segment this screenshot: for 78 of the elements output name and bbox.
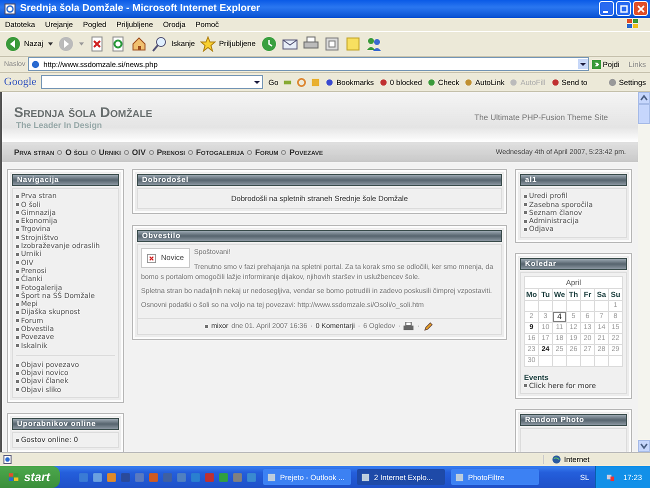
nav-link[interactable]: Povezave	[289, 148, 323, 157]
bullet-icon	[281, 150, 286, 155]
bullet-icon	[57, 150, 62, 155]
edit-icon[interactable]	[324, 36, 340, 52]
app-icon[interactable]	[176, 472, 187, 482]
toolbar-icon	[378, 78, 388, 87]
toolbar-icon	[464, 78, 474, 87]
ie-page-icon	[4, 2, 16, 15]
app-icon	[361, 472, 370, 482]
app-icon[interactable]	[190, 472, 201, 482]
pencil-icon[interactable]	[422, 322, 434, 332]
nav-link[interactable]: O šoli	[65, 148, 88, 157]
app-icon[interactable]	[78, 472, 89, 482]
scroll-down-icon[interactable]	[638, 440, 650, 452]
site-title: Srednja šola Domžale	[14, 104, 152, 120]
bullet-icon	[148, 150, 154, 155]
people-icon[interactable]	[366, 36, 382, 52]
maximize-icon	[618, 4, 628, 14]
dropdown-icon[interactable]	[578, 59, 588, 70]
page-icon	[3, 455, 12, 464]
maximize-button[interactable]	[616, 1, 631, 16]
network-icon[interactable]	[606, 472, 616, 482]
go-arrow-icon	[592, 60, 601, 69]
history-icon[interactable]	[260, 36, 277, 52]
nav-link[interactable]: Fotogalerija	[196, 148, 244, 157]
site-tagline: The Ultimate PHP-Fusion Theme Site	[474, 112, 608, 122]
refresh-icon[interactable]	[110, 36, 126, 52]
forward-icon[interactable]	[58, 36, 74, 52]
minimize-button[interactable]	[599, 1, 614, 16]
globe-icon	[552, 455, 561, 464]
bullet-icon	[188, 150, 194, 155]
app-icon[interactable]	[232, 472, 243, 482]
toolbar-icon	[325, 78, 334, 87]
scroll-thumb[interactable]	[638, 104, 650, 124]
nav-link[interactable]: Urniki	[98, 148, 121, 157]
close-button[interactable]	[633, 1, 648, 16]
nav-link[interactable]: Prva stran	[14, 148, 54, 157]
app-icon	[455, 472, 464, 482]
app-icon[interactable]	[218, 472, 229, 482]
caret-icon[interactable]	[48, 42, 54, 46]
close-icon	[636, 4, 646, 14]
nav-link[interactable]: Forum	[255, 148, 278, 157]
home-icon[interactable]	[131, 36, 148, 52]
start-button[interactable]: start	[0, 466, 60, 488]
app-icon[interactable]	[148, 472, 159, 482]
windows-logo-icon	[626, 18, 640, 30]
nav-link[interactable]: OIV	[132, 148, 146, 157]
app-icon[interactable]	[246, 472, 257, 482]
star-icon	[200, 36, 216, 52]
scroll-up-icon[interactable]	[638, 92, 650, 104]
windows-logo-icon	[8, 472, 20, 482]
app-icon[interactable]	[92, 472, 103, 482]
toolbar-icon	[509, 78, 518, 87]
app-icon[interactable]	[204, 472, 215, 482]
app-icon[interactable]	[120, 472, 131, 482]
page-icon	[31, 60, 40, 69]
printer-icon[interactable]	[403, 322, 414, 332]
toolbar-icon	[427, 78, 436, 87]
scrollbar[interactable]	[638, 92, 650, 452]
google-search-field[interactable]	[41, 75, 264, 90]
window-title: Srednja šola Domžale - Microsoft Internet Explorer	[20, 3, 262, 14]
settings-icon	[608, 78, 617, 87]
note-icon[interactable]	[344, 36, 361, 52]
calendar-day[interactable]: 4	[553, 312, 566, 322]
app-icon	[267, 472, 276, 482]
broken-image-icon	[147, 254, 156, 263]
bullet-icon	[247, 150, 252, 155]
search-icon	[152, 36, 168, 52]
site-slogan: The Leader In Design	[16, 120, 103, 130]
toolbar-icon	[550, 78, 560, 87]
bullet-icon	[124, 150, 129, 155]
nav-link[interactable]: Prenosi	[156, 148, 186, 157]
google-logo: Google	[4, 76, 36, 88]
bullet-icon	[90, 150, 96, 155]
app-icon[interactable]	[134, 472, 145, 482]
stop-icon[interactable]	[89, 36, 106, 52]
app-icon[interactable]	[106, 472, 117, 482]
minimize-icon	[603, 10, 608, 13]
